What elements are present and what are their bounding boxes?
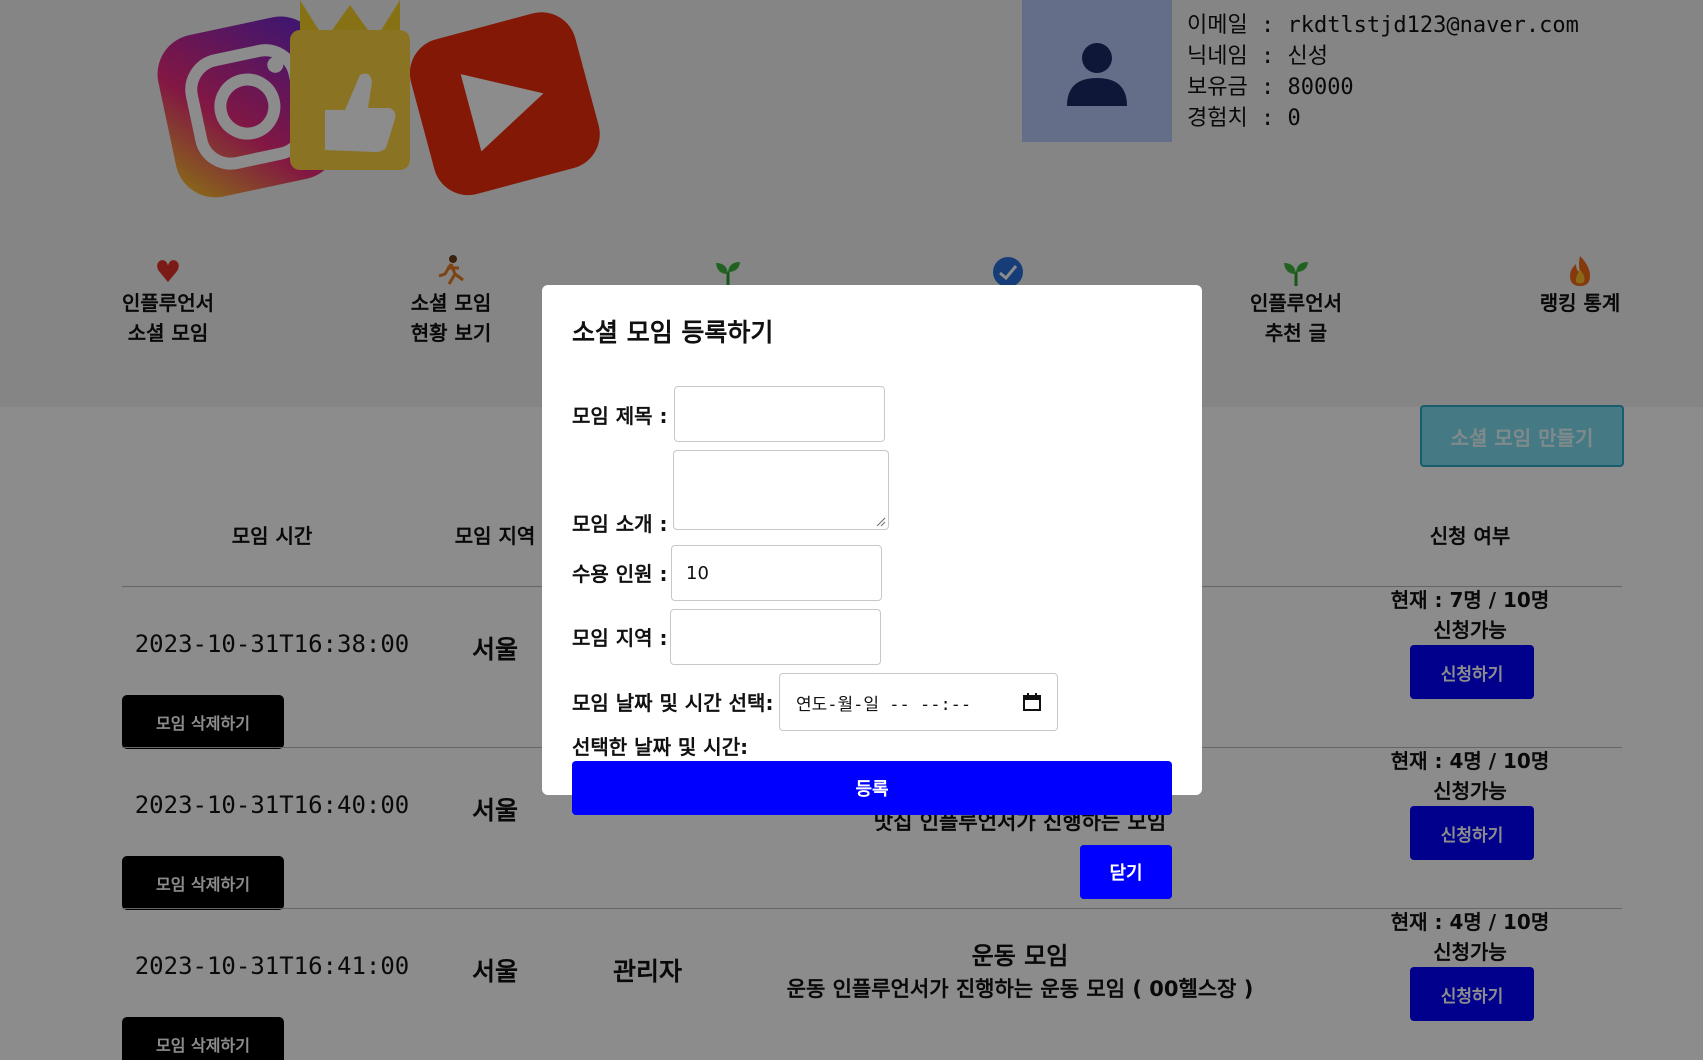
intro-label: 모임 소개 :: [572, 512, 668, 536]
title-label: 모임 제목 :: [572, 404, 668, 428]
selected-datetime-label: 선택한 날짜 및 시간:: [572, 735, 749, 759]
datetime-placeholder: 연도-월-일 -- --:--: [796, 694, 972, 715]
close-modal-button[interactable]: 닫기: [1080, 845, 1172, 899]
intro-textarea[interactable]: [673, 450, 889, 530]
region-label: 모임 지역 :: [572, 626, 668, 650]
datetime-label: 모임 날짜 및 시간 선택:: [572, 691, 774, 715]
resize-handle-icon[interactable]: [874, 515, 886, 527]
modal-title: 소셜 모임 등록하기: [572, 318, 774, 347]
title-input[interactable]: [674, 386, 885, 442]
capacity-label: 수용 인원 :: [572, 562, 668, 586]
capacity-input[interactable]: 10: [671, 545, 882, 601]
region-input[interactable]: [670, 609, 881, 665]
calendar-icon[interactable]: [1023, 693, 1041, 711]
datetime-input[interactable]: 연도-월-일 -- --:--: [779, 673, 1058, 731]
capacity-value: 10: [686, 562, 709, 584]
register-button[interactable]: 등록: [572, 761, 1172, 815]
create-meeting-modal: 소셜 모임 등록하기 모임 제목 : 모임 소개 : 수용 인원 : 10 모임…: [542, 285, 1202, 815]
